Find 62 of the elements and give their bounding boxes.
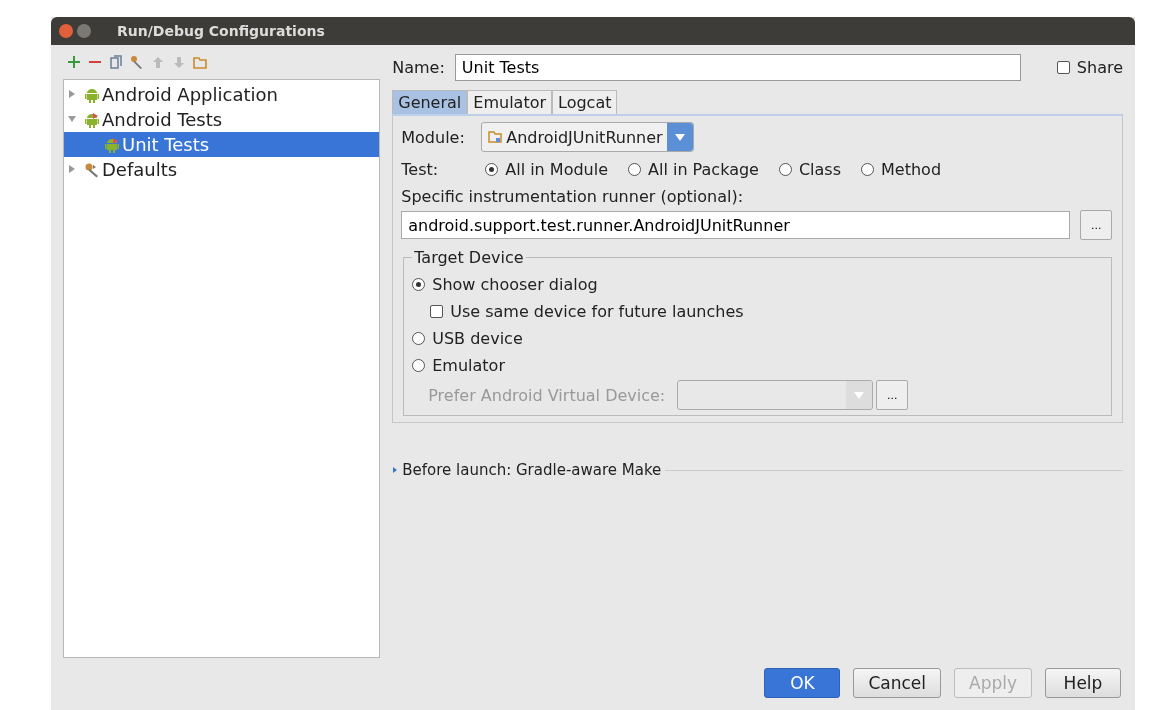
radio-button[interactable] (485, 163, 499, 176)
window-title: Run/Debug Configurations (117, 23, 325, 39)
test-label: Test: (401, 160, 440, 179)
share-checkbox[interactable] (1056, 61, 1070, 74)
tab[interactable]: General (392, 90, 468, 114)
name-label: Name: (392, 58, 445, 77)
group-title: Target Device (413, 248, 525, 267)
tree-item[interactable]: Android Application (64, 82, 380, 107)
expand-arrow-icon[interactable] (68, 164, 76, 173)
copy-icon[interactable] (109, 55, 123, 69)
wrench-icon (84, 161, 100, 178)
expand-arrow-icon[interactable] (68, 89, 76, 98)
radio-label: All in Module (505, 160, 608, 179)
collapse-arrow-icon[interactable] (68, 114, 76, 123)
share-label: Share (1076, 58, 1123, 77)
radio-button[interactable] (412, 359, 426, 372)
tab[interactable]: Emulator (467, 90, 553, 114)
radio-label: Show chooser dialog (432, 275, 598, 294)
radio-button[interactable] (861, 163, 875, 176)
tree-item-label: Android Application (102, 84, 278, 105)
android-icon (84, 86, 100, 103)
dialog-button[interactable]: Help (1045, 668, 1121, 698)
android-test-icon (84, 111, 100, 128)
wrench-icon[interactable] (130, 55, 144, 69)
radio-label: All in Package (648, 160, 759, 179)
tree-item-label: Android Tests (102, 109, 223, 130)
radio-button[interactable] (412, 332, 426, 345)
radio-label: Class (798, 160, 842, 179)
caret-icon (673, 132, 686, 142)
prefer-device-label: Prefer Android Virtual Device: (428, 385, 666, 405)
radio-label: Method (881, 160, 942, 179)
tree-item[interactable]: Defaults (64, 157, 380, 182)
radio-label: Emulator (432, 356, 505, 375)
close-button[interactable] (59, 24, 73, 38)
device-dropdown[interactable] (677, 380, 874, 410)
tree-item[interactable]: Android Tests (64, 107, 380, 132)
radio-button[interactable] (778, 163, 792, 176)
checkbox-label: Use same device for future launches (450, 302, 744, 321)
module-label: Module: (401, 127, 466, 147)
expand-arrow-icon[interactable] (392, 467, 399, 473)
module-dropdown[interactable]: AndroidJUnitRunner (481, 122, 694, 152)
caret-icon (853, 390, 866, 400)
tab[interactable]: Logcat (552, 90, 618, 114)
before-launch-label[interactable]: Before launch: Gradle-aware Make (402, 461, 662, 479)
runner-field[interactable]: android.support.test.runner.AndroidJUnitRunner (401, 211, 1071, 239)
name-field[interactable]: Unit Tests (454, 54, 1021, 81)
dialog-button[interactable]: Cancel (853, 668, 941, 698)
minimize-button[interactable] (77, 24, 91, 38)
android-test-icon (104, 136, 120, 153)
folder-icon[interactable] (193, 55, 207, 69)
dialog-button[interactable]: OK (764, 668, 841, 698)
radio-label: USB device (432, 329, 523, 348)
runner-label: Specific instrumentation runner (optional): (401, 187, 745, 206)
add-icon[interactable] (67, 55, 81, 69)
tree-item-label: Defaults (102, 159, 178, 180)
browse-button[interactable]: ... (1080, 210, 1113, 240)
folder-icon (488, 130, 503, 144)
tree-item[interactable]: Unit Tests (64, 132, 380, 157)
radio-button[interactable] (628, 163, 641, 176)
checkbox[interactable] (430, 305, 444, 318)
radio-button[interactable] (412, 278, 426, 291)
tree-item-label: Unit Tests (122, 134, 210, 155)
